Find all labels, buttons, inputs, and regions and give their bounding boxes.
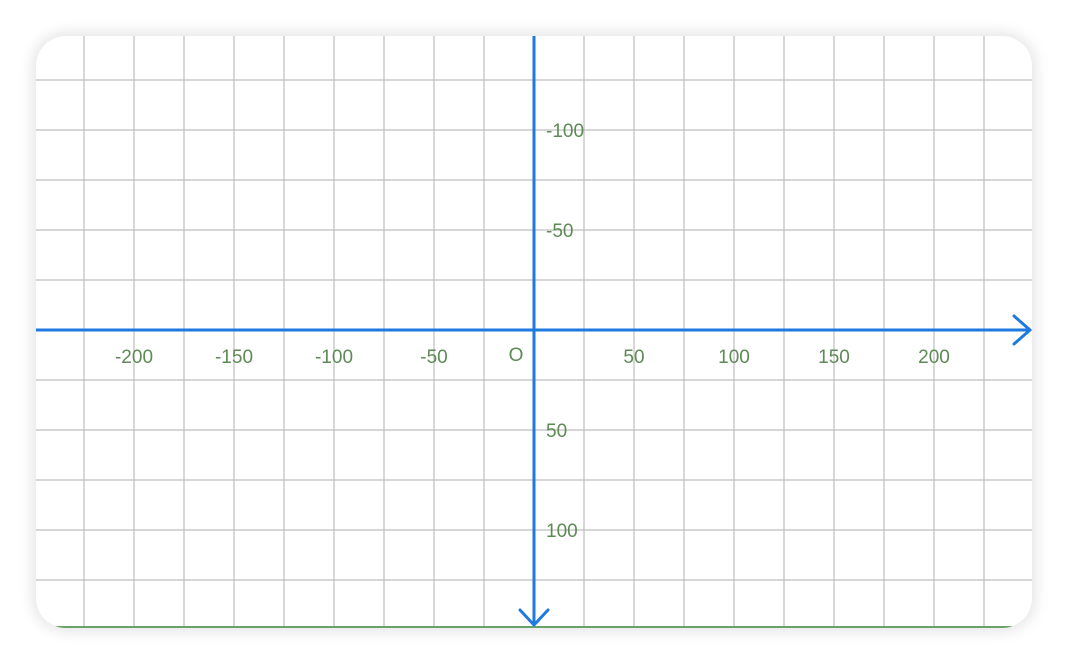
x-tick-label: 100: [718, 347, 750, 368]
x-tick-label: -100: [315, 347, 353, 368]
x-tick-label: -200: [115, 347, 153, 368]
y-tick-label: -50: [546, 221, 573, 242]
coordinate-plane-card: O -200 -150 -100 -50 50 100 150 200 -100 -50 50 100: [36, 36, 1032, 628]
x-tick-label: 150: [818, 347, 850, 368]
x-tick-label: 200: [918, 347, 950, 368]
origin-label: O: [509, 345, 524, 366]
x-tick-label: -150: [215, 347, 253, 368]
y-tick-label: -100: [546, 121, 584, 142]
x-tick-label: 50: [623, 347, 644, 368]
axes: [36, 36, 1032, 627]
y-tick-label: 100: [546, 521, 578, 542]
x-tick-label: -50: [420, 347, 447, 368]
coordinate-plane: O -200 -150 -100 -50 50 100 150 200 -100 -50 50 100: [36, 36, 1032, 628]
y-tick-label: 50: [546, 421, 567, 442]
